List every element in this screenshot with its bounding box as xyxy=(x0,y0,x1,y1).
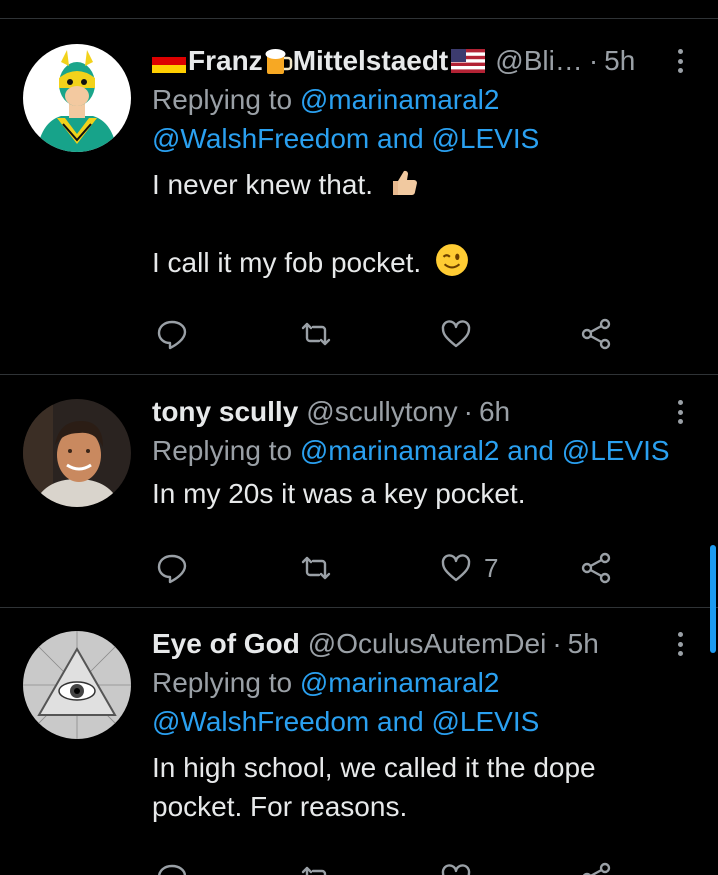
share-icon xyxy=(581,318,611,350)
mention-link[interactable]: @LEVIS xyxy=(432,123,540,154)
reply-button[interactable] xyxy=(156,860,188,875)
author-name-part2[interactable]: Mittelstaedt xyxy=(293,45,449,77)
reply-icon xyxy=(158,864,187,875)
like-count: 7 xyxy=(484,552,499,583)
avatar[interactable] xyxy=(23,399,131,507)
reply-button[interactable] xyxy=(156,550,188,586)
scrollbar[interactable] xyxy=(710,545,716,653)
tweet-text-line: In high school, we called it the dope xyxy=(152,752,596,783)
reply-button[interactable] xyxy=(156,316,188,352)
share-button[interactable] xyxy=(580,550,612,586)
timestamp[interactable]: 6h xyxy=(479,396,510,428)
like-icon xyxy=(441,320,471,348)
mention-link[interactable]: @marinamaral2 xyxy=(300,667,500,698)
tweet-text: I never knew that. I call it my fob pock… xyxy=(152,165,692,282)
author-handle[interactable]: @scullytony xyxy=(306,396,457,428)
retweet-icon xyxy=(301,556,331,580)
tweet-text: In my 20s it was a key pocket. xyxy=(152,478,526,509)
more-options-icon[interactable] xyxy=(670,397,690,427)
share-icon xyxy=(581,552,611,584)
replying-label: Replying to xyxy=(152,435,300,466)
action-bar: 7 xyxy=(152,550,632,586)
author-handle[interactable]: @OculusAutemDei xyxy=(308,628,547,660)
avatar[interactable] xyxy=(23,631,131,739)
share-button[interactable] xyxy=(580,860,612,875)
share-icon xyxy=(582,862,611,875)
tweet-header: Eye of God @OculusAutemDei · 5h xyxy=(152,625,692,663)
action-bar xyxy=(152,860,632,875)
mention-and: and xyxy=(499,435,562,466)
tweet-text-line: I call it my fob pocket. xyxy=(152,247,422,278)
reply-icon xyxy=(157,554,187,584)
separator-dot: · xyxy=(552,628,562,659)
like-button[interactable] xyxy=(440,860,472,875)
separator-dot: · xyxy=(463,396,473,427)
germany-flag-icon xyxy=(152,49,186,73)
tweet-divider xyxy=(0,607,718,608)
retweet-button[interactable] xyxy=(300,550,332,586)
mention-link[interactable]: @marinamaral2 xyxy=(300,84,500,115)
beer-mug-icon xyxy=(265,49,292,74)
mention-link[interactable]: @marinamaral2 xyxy=(300,435,500,466)
tweet-text-line: I never knew that. xyxy=(152,169,374,200)
retweet-button[interactable] xyxy=(300,316,332,352)
avatar[interactable] xyxy=(23,44,131,152)
mention-link[interactable]: @WalshFreedom xyxy=(152,123,369,154)
more-options-icon[interactable] xyxy=(670,46,690,76)
like-button[interactable] xyxy=(440,316,472,352)
author-name-part1[interactable]: Franz xyxy=(188,45,263,77)
mention-link[interactable]: @LEVIS xyxy=(562,435,670,466)
separator-dot: · xyxy=(588,45,599,76)
retweet-icon xyxy=(301,866,327,875)
mention-link[interactable]: @LEVIS xyxy=(432,706,540,737)
mention-and: and xyxy=(369,706,432,737)
replying-label: Replying to xyxy=(152,667,300,698)
avatar-photo-image xyxy=(23,399,131,507)
tweet-divider xyxy=(0,374,718,375)
like-icon xyxy=(441,554,471,582)
action-bar xyxy=(152,316,632,352)
usa-flag-icon xyxy=(451,49,486,73)
avatar-superhero-image xyxy=(23,44,131,152)
retweet-icon xyxy=(301,322,331,346)
mention-and: and xyxy=(369,123,432,154)
timestamp[interactable]: 5h xyxy=(568,628,599,660)
author-handle[interactable]: @Bli… xyxy=(495,45,583,77)
replying-to: Replying to @marinamaral2 @WalshFreedom … xyxy=(152,663,692,741)
timestamp[interactable]: 5h xyxy=(604,45,635,77)
thumbs-up-icon xyxy=(392,170,417,195)
tweet-text-line: pocket. For reasons. xyxy=(152,791,408,822)
author-name[interactable]: tony scully xyxy=(152,396,298,428)
tweet-header: Franz Mittelstaedt @Bli… · 5h xyxy=(152,42,692,80)
tweet-text: In high school, we called it the dope po… xyxy=(152,748,692,826)
author-name[interactable]: Eye of God xyxy=(152,628,300,660)
mention-link[interactable]: @WalshFreedom xyxy=(152,706,369,737)
replying-label: Replying to xyxy=(152,84,300,115)
like-icon xyxy=(441,864,471,875)
top-divider xyxy=(0,18,718,19)
tweet-header: tony scully @scullytony · 6h xyxy=(152,393,692,431)
avatar-eye-pyramid-image xyxy=(23,631,131,739)
like-button[interactable]: 7 xyxy=(440,550,498,586)
share-button[interactable] xyxy=(580,316,612,352)
replying-to: Replying to @marinamaral2 and @LEVIS xyxy=(152,431,692,470)
retweet-button[interactable] xyxy=(300,860,332,875)
reply-icon xyxy=(157,320,187,350)
more-options-icon[interactable] xyxy=(670,629,690,659)
replying-to: Replying to @marinamaral2 @WalshFreedom … xyxy=(152,80,692,158)
winking-face-icon xyxy=(436,244,468,276)
